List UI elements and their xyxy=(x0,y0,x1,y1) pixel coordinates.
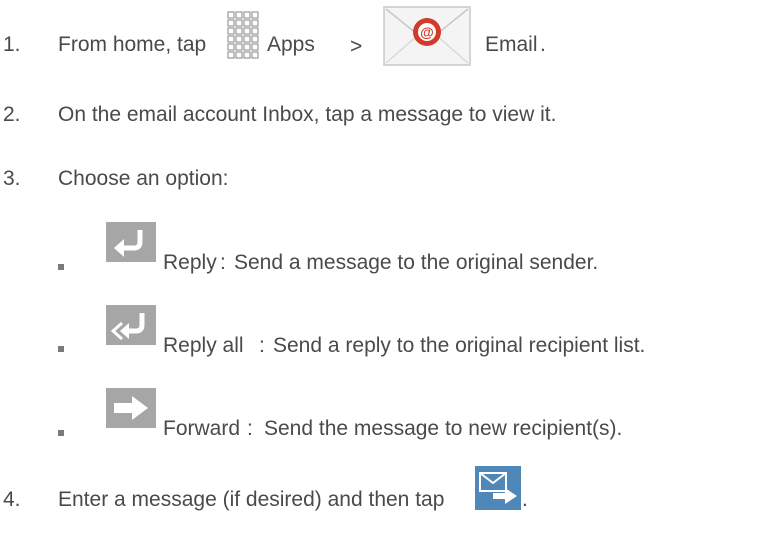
send-icon xyxy=(475,466,521,510)
option-separator: : xyxy=(247,417,253,440)
bullet-icon xyxy=(58,264,64,270)
step-number: 1. xyxy=(3,33,21,56)
reply-icon xyxy=(106,222,156,262)
apps-label: Apps xyxy=(267,33,315,56)
period: . xyxy=(540,33,546,56)
bullet-icon xyxy=(58,430,64,436)
bullet-icon xyxy=(58,346,64,352)
svg-text:@: @ xyxy=(420,24,434,40)
email-label: Email xyxy=(485,33,538,56)
option-name: Forward xyxy=(163,417,241,440)
option-separator: : xyxy=(259,334,265,357)
step-number: 2. xyxy=(3,103,21,126)
option-description: Send a message to the original sender. xyxy=(234,251,599,274)
step-text: On the email account Inbox, tap a messag… xyxy=(58,103,557,126)
option-separator: : xyxy=(220,251,226,274)
option-description: Send the message to new recipient(s). xyxy=(264,417,623,440)
option-description: Send a reply to the original recipient l… xyxy=(273,334,646,357)
option-name: Reply xyxy=(163,251,217,274)
step-text: From home, tap xyxy=(58,33,207,56)
step-number: 3. xyxy=(3,167,21,190)
step-text: Choose an option: xyxy=(58,167,229,190)
step-number: 4. xyxy=(3,488,21,511)
arrow-separator: > xyxy=(350,35,363,58)
apps-grid-icon xyxy=(227,11,259,59)
period: . xyxy=(522,488,528,511)
option-name: Reply all xyxy=(163,334,244,357)
step-text: Enter a message (if desired) and then ta… xyxy=(58,488,445,511)
reply-all-icon xyxy=(106,305,156,345)
email-envelope-icon: @ xyxy=(383,6,471,66)
forward-icon xyxy=(106,388,156,428)
